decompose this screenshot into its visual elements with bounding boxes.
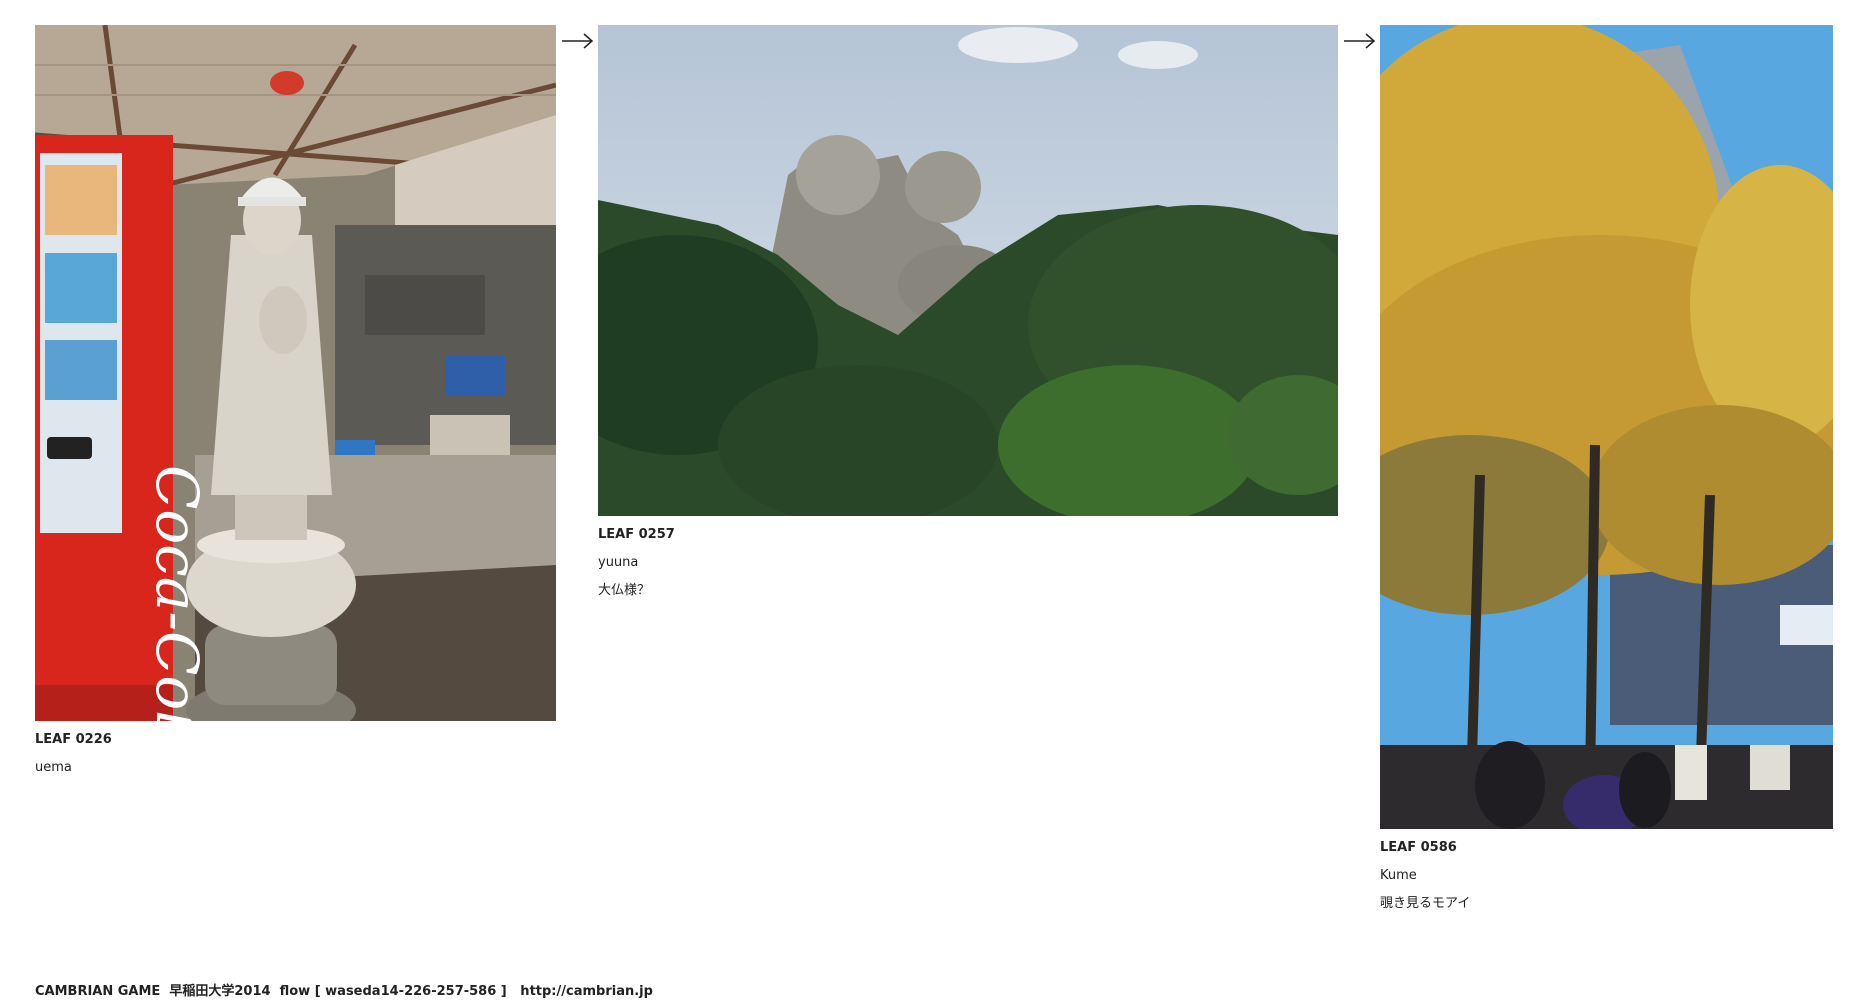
leaf-number: LEAF 0257 [598,527,675,542]
leaf-card-0226: Coca-Cola LEAF 0226 uema [35,25,556,789]
leaf-photo-rock[interactable] [598,25,1338,516]
right-arrow-icon [1344,33,1376,49]
leaf-number: LEAF 0586 [1380,840,1457,855]
leaf-photo-ginkgo[interactable] [1380,25,1833,829]
leaf-photo-statue[interactable]: Coca-Cola [35,25,556,721]
footer-credit: CAMBRIAN GAME 早稲田大学2014 flow [ waseda14-… [35,984,653,999]
leaf-author[interactable]: yuuna [598,556,1338,569]
leaf-number: LEAF 0226 [35,732,112,747]
leaf-card-0586: LEAF 0586 Kume 覗き見るモアイ [1380,25,1833,925]
leaf-title: 覗き見るモアイ [1380,896,1471,911]
leaf-card-0257: LEAF 0257 yuuna 大仏様？ [598,25,1338,612]
right-arrow-icon [562,33,594,49]
leaf-author[interactable]: Kume [1380,869,1833,882]
leaf-author[interactable]: uema [35,761,556,774]
leaf-title: 大仏様？ [598,583,651,598]
